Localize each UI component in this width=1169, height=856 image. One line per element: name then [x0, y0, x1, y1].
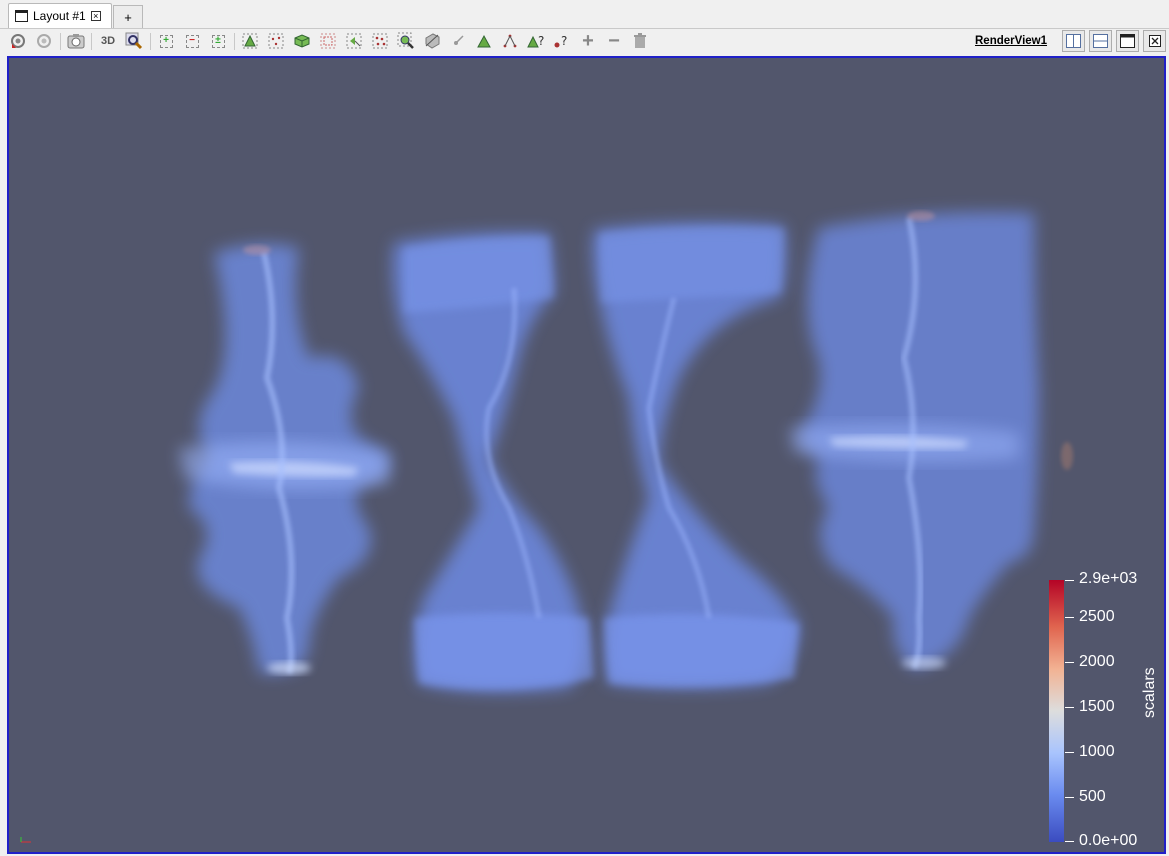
capture-screenshot-icon[interactable] — [66, 31, 86, 51]
trash-icon[interactable] — [630, 31, 650, 51]
select-points-polygon-icon[interactable] — [292, 31, 312, 51]
hot-spot — [907, 211, 935, 221]
legend-tick — [1065, 841, 1074, 842]
select-cells-through-icon[interactable]: ± — [208, 31, 228, 51]
legend-tick-label: 1500 — [1079, 698, 1115, 715]
color-legend-bar — [1049, 580, 1064, 842]
render-view-label[interactable]: RenderView1 — [975, 35, 1047, 47]
split-horizontal-button[interactable] — [1062, 30, 1085, 52]
shrink-selection-icon[interactable] — [474, 31, 494, 51]
svg-text:?: ? — [538, 34, 544, 48]
svg-text:?: ? — [561, 34, 567, 48]
orientation-axes-icon — [20, 837, 31, 843]
hot-spot — [243, 245, 271, 255]
volume-column-4 — [789, 212, 1073, 670]
minus-icon[interactable]: − — [604, 31, 624, 51]
legend-tick — [1065, 617, 1074, 618]
volume-column-1 — [179, 244, 390, 674]
legend-max-label: 2.9e+03 — [1079, 570, 1138, 587]
find-data-icon[interactable]: ? — [526, 31, 546, 51]
reset-camera-icon[interactable] — [34, 31, 54, 51]
toolbar-separator — [234, 33, 235, 50]
zoom-to-box-icon[interactable] — [124, 31, 144, 51]
legend-tick — [1065, 797, 1074, 798]
toolbar-separator — [60, 33, 61, 50]
close-tab-icon[interactable]: × — [90, 11, 101, 21]
legend-tick-label: 2000 — [1079, 653, 1115, 670]
legend-tick — [1065, 752, 1074, 753]
legend-tick-label: 2500 — [1079, 608, 1115, 625]
select-cells-polygon-icon[interactable] — [266, 31, 286, 51]
layout-tab-bar: Layout #1 × + — [0, 0, 1169, 29]
toggle-3d-button[interactable]: 3D — [97, 31, 119, 51]
select-points-on-icon[interactable]: − — [182, 31, 202, 51]
legend-tick — [1065, 662, 1074, 663]
maximize-view-button[interactable] — [1116, 30, 1139, 52]
volume-rendering — [179, 211, 1073, 692]
split-vertical-button[interactable] — [1089, 30, 1112, 52]
add-icon[interactable]: + — [578, 31, 598, 51]
clear-selection-icon[interactable] — [500, 31, 520, 51]
hover-points-icon[interactable] — [422, 31, 442, 51]
tab-layout-label: Layout #1 — [33, 9, 86, 23]
legend-tick — [1065, 580, 1074, 581]
window-icon — [15, 10, 28, 22]
hover-cells-icon[interactable] — [396, 31, 416, 51]
add-layout-tab[interactable]: + — [113, 5, 143, 28]
query-point-icon[interactable]: ? — [552, 31, 572, 51]
volume-column-2 — [392, 232, 594, 692]
view-toolbar: 3D + − ± ? ? + − RenderView1 — [0, 29, 1169, 54]
grow-selection-icon[interactable] — [448, 31, 468, 51]
legend-tick-label: 500 — [1079, 788, 1106, 805]
select-points-through-icon[interactable] — [240, 31, 260, 51]
interactive-select-points-icon[interactable] — [370, 31, 390, 51]
legend-tick-label: 1000 — [1079, 743, 1115, 760]
add-tab-label: + — [124, 9, 132, 25]
tab-layout-1[interactable]: Layout #1 × — [8, 3, 112, 28]
close-view-button[interactable] — [1143, 30, 1166, 52]
select-blocks-icon[interactable] — [318, 31, 338, 51]
legend-min-label: 0.0e+00 — [1079, 832, 1138, 849]
select-cells-on-icon[interactable]: + — [156, 31, 176, 51]
volume-column-3 — [593, 222, 799, 689]
render-view-viewport[interactable]: 2.9e+03 2500 2000 1500 1000 500 0.0e+00 … — [7, 56, 1166, 854]
toolbar-separator — [150, 33, 151, 50]
interactive-select-cells-icon[interactable] — [344, 31, 364, 51]
reset-camera-closest-icon[interactable] — [8, 31, 28, 51]
legend-tick — [1065, 707, 1074, 708]
toolbar-separator — [91, 33, 92, 50]
legend-title: scalars — [1141, 667, 1158, 718]
